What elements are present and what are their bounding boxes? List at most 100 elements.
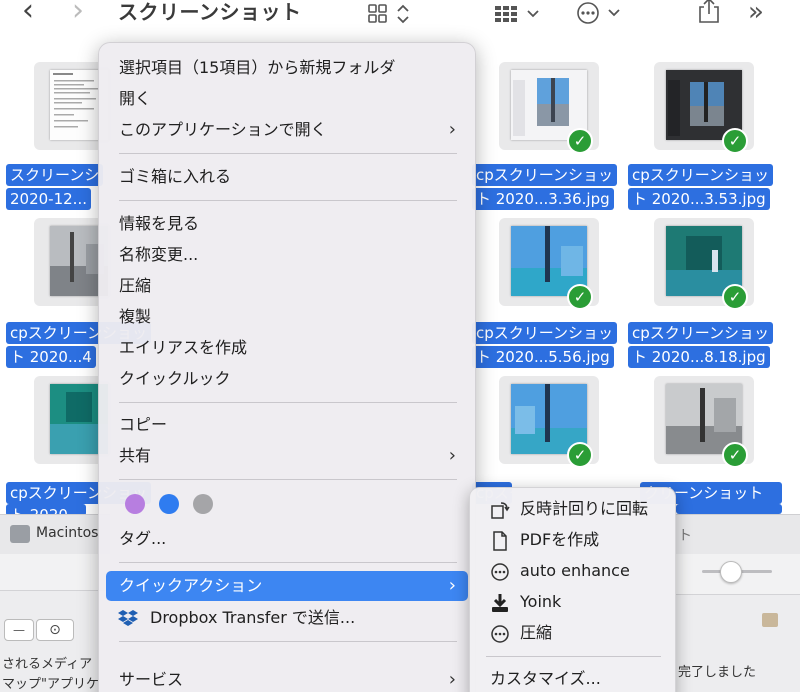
view-mode-button[interactable] (368, 1, 412, 27)
menu-item-label: クイックルック (119, 369, 231, 388)
ellipsis-circle-icon: ⊙ (49, 622, 61, 638)
file-name-label: cpスクリーンショッ (472, 322, 618, 344)
menu-item-services[interactable]: サービス › (106, 665, 468, 692)
checkmark-icon: ✓ (722, 128, 748, 154)
checkmark-icon: ✓ (567, 442, 593, 468)
file-name-label: ト 2020...4 (6, 346, 96, 368)
menu-item-open[interactable]: 開く (106, 84, 468, 114)
submenu-item-create-pdf[interactable]: PDFを作成 (476, 525, 671, 555)
disk-name: Macintos (36, 525, 99, 541)
background-text: マップ"アプリケ (2, 677, 99, 692)
file-thumbnail[interactable]: ✓ (499, 62, 599, 154)
file-thumbnail[interactable]: ✓ (499, 218, 599, 310)
menu-item-rename[interactable]: 名称変更... (106, 240, 468, 270)
submenu-item-rotate-left[interactable]: 反時計回りに回転 (476, 494, 671, 524)
file-name-label: cpスクリーンショッ (628, 322, 774, 344)
file-name-label: ト 2020...3.36.jpg (472, 188, 614, 210)
file-thumbnail[interactable]: ✓ (654, 376, 754, 468)
finder-screen: ‹ › スクリーンショット » ✓ ✓ スクリーンシ 2020-12... cp… (0, 0, 800, 692)
stepper-control[interactable]: — (4, 619, 34, 641)
menu-item-label: クイックアクション (119, 576, 263, 595)
menu-item-label: 情報を見る (119, 214, 200, 233)
chevron-left-icon: ‹ (22, 0, 34, 28)
background-window-lower: — ⊙ されるメディア マップ"アプリケ (0, 590, 110, 692)
menu-item-label: サービス (119, 670, 184, 689)
checkmark-icon: ✓ (567, 128, 593, 154)
group-by-button[interactable] (494, 1, 544, 27)
file-name-label: ト 2020...3.53.jpg (628, 188, 770, 210)
window-title: スクリーンショット (118, 0, 302, 24)
tag-color-blue[interactable] (159, 494, 179, 514)
share-icon (699, 0, 719, 23)
menu-item-get-info[interactable]: 情報を見る (106, 209, 468, 239)
menu-item-label: コピー (119, 415, 168, 434)
submenu-item-compress[interactable]: 圧縮 (476, 618, 671, 648)
more-options-button[interactable]: ⊙ (36, 619, 74, 641)
menu-item-dropbox-transfer[interactable]: Dropbox Transfer で送信... (106, 603, 468, 633)
menu-item-copy[interactable]: コピー (106, 410, 468, 440)
submenu-separator (486, 656, 661, 657)
grid-view-icon (368, 4, 409, 24)
back-button[interactable]: ‹ (22, 0, 34, 28)
menu-item-label: Dropbox Transfer で送信... (150, 608, 356, 627)
menu-item-quick-look[interactable]: クイックルック (106, 364, 468, 394)
menu-item-label: 共有 (119, 446, 152, 465)
file-name-label-partial (676, 504, 782, 514)
checkmark-icon: ✓ (722, 284, 748, 310)
menu-separator (119, 641, 457, 642)
hard-disk-icon (10, 525, 30, 543)
menu-item-new-folder-with-selection[interactable]: 選択項目（15項目）から新規フォルダ (106, 53, 468, 83)
background-window-titlebar-right: ト (676, 514, 800, 554)
menu-item-share[interactable]: 共有 › (106, 441, 468, 471)
ellipsis-circle-icon (490, 624, 510, 644)
file-thumbnail[interactable]: ✓ (654, 62, 754, 154)
menu-item-make-alias[interactable]: エイリアスを作成 (106, 333, 468, 363)
finder-toolbar: ‹ › スクリーンショット » (0, 0, 800, 30)
slider-knob[interactable] (720, 561, 742, 583)
document-icon (490, 531, 510, 551)
file-thumbnail[interactable]: ✓ (654, 218, 754, 310)
submenu-item-auto-enhance[interactable]: auto enhance (476, 556, 671, 586)
submenu-item-yoink[interactable]: Yoink (476, 587, 671, 617)
menu-item-move-to-trash[interactable]: ゴミ箱に入れる (106, 162, 468, 192)
menu-item-label: エイリアスを作成 (119, 338, 248, 357)
file-name-label: cpスクリーンショッ (472, 164, 618, 186)
menu-separator (119, 402, 457, 403)
forward-button[interactable]: › (72, 0, 84, 26)
submenu-item-label: Yoink (520, 592, 562, 611)
more-actions-icon (577, 2, 620, 24)
chevron-right-icon: › (448, 445, 456, 466)
menu-item-label: 選択項目（15項目）から新規フォルダ (119, 58, 396, 77)
file-thumbnail[interactable]: ✓ (499, 376, 599, 468)
chevron-right-icon: › (448, 575, 456, 596)
background-text: されるメディア (2, 657, 93, 672)
action-menu-button[interactable] (576, 1, 628, 27)
submenu-item-label: PDFを作成 (520, 530, 600, 549)
tag-color-purple[interactable] (125, 494, 145, 514)
menu-item-label: ゴミ箱に入れる (119, 167, 232, 186)
menu-item-compress[interactable]: 圧縮 (106, 271, 468, 301)
menu-separator (119, 153, 457, 154)
tag-color-gray[interactable] (193, 494, 213, 514)
menu-item-tags[interactable]: タグ... (106, 524, 468, 554)
checkmark-icon: ✓ (722, 442, 748, 468)
file-name-label: 2020-12... (6, 188, 91, 210)
share-button[interactable] (698, 0, 720, 24)
file-name-label: cpスクリーンショッ (628, 164, 774, 186)
submenu-item-label: カスタマイズ... (490, 669, 601, 688)
menu-separator (119, 479, 457, 480)
group-by-icon (495, 6, 539, 22)
menu-item-quick-actions[interactable]: クイックアクション › (106, 571, 468, 601)
menu-item-open-with[interactable]: このアプリケーションで開く › (106, 115, 468, 145)
menu-separator (119, 562, 457, 563)
dropbox-icon (118, 610, 138, 626)
yoink-download-icon (490, 593, 510, 613)
toolbar-overflow-button[interactable]: » (748, 0, 764, 25)
background-window-titlebar: Macintos (0, 514, 110, 554)
checkmark-icon: ✓ (567, 284, 593, 310)
menu-separator (119, 200, 457, 201)
menu-item-label: 複製 (119, 307, 152, 326)
submenu-item-customize[interactable]: カスタマイズ... (476, 664, 671, 692)
background-text: ト (678, 528, 692, 544)
menu-item-duplicate[interactable]: 複製 (106, 302, 468, 332)
